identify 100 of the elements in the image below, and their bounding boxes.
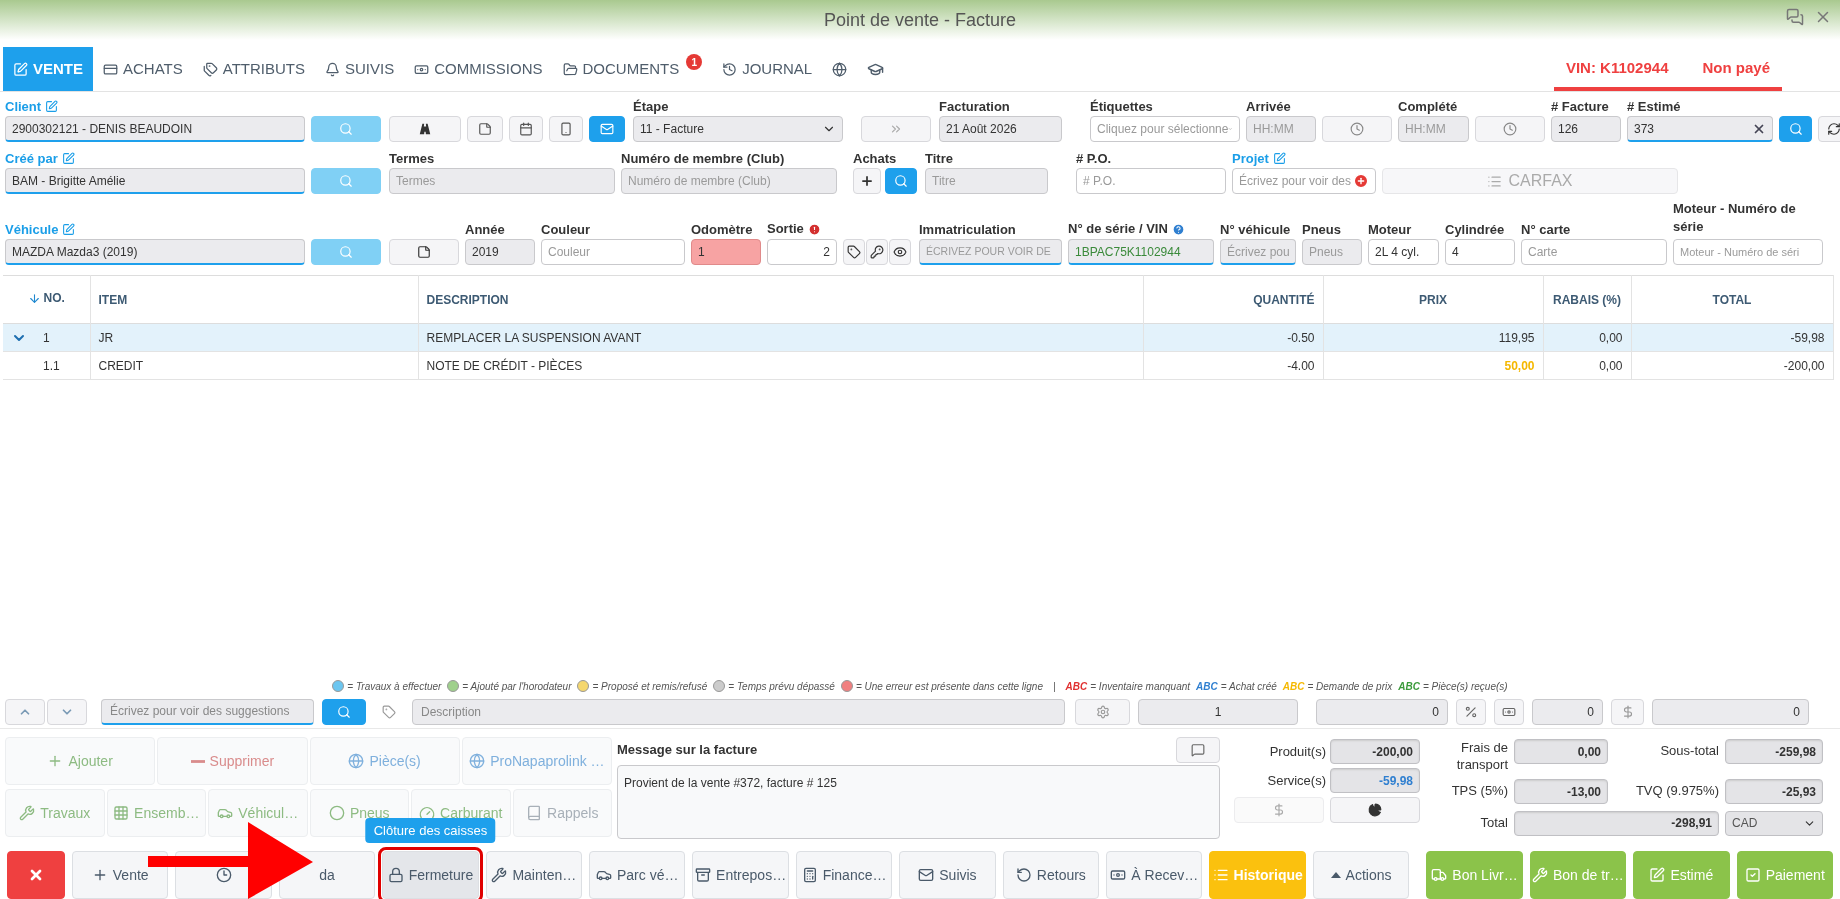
tab[interactable]: SUIVIS — [315, 47, 405, 91]
comment-button[interactable] — [1176, 737, 1220, 763]
cash-button[interactable] — [1494, 698, 1524, 725]
action-button[interactable]: Entrepos… — [692, 851, 789, 899]
email-button[interactable] — [589, 116, 625, 142]
eye-button[interactable] — [889, 239, 911, 265]
key-button[interactable] — [866, 239, 888, 265]
edit-icon[interactable] — [61, 151, 75, 165]
action-button[interactable] — [7, 851, 65, 899]
message-field[interactable]: Provient de la vente #372, facture # 125 — [617, 765, 1220, 839]
note-button[interactable] — [389, 239, 459, 265]
add-button[interactable] — [853, 168, 881, 194]
clock-button[interactable] — [1475, 116, 1545, 142]
action-button[interactable]: Actions — [1312, 851, 1410, 899]
column-header[interactable]: DESCRIPTION — [418, 275, 1143, 324]
action-button[interactable]: Finance… — [795, 851, 893, 899]
legend-text: = Ajouté par l'horodateur — [462, 679, 572, 694]
action-button[interactable]: Mainten… — [485, 851, 583, 899]
column-header[interactable]: ITEM — [90, 275, 418, 324]
warning-icon[interactable] — [807, 222, 821, 236]
tab[interactable]: COMMISSIONS — [404, 47, 553, 91]
input-field[interactable]: 0 — [1532, 698, 1603, 725]
input-field[interactable]: 2 — [767, 239, 837, 265]
action-icon — [1015, 867, 1032, 883]
input-field[interactable]: 2L 4 cyl. — [1368, 239, 1439, 265]
currency-select[interactable]: CAD — [1725, 810, 1823, 836]
window-title: Point de vente - Facture — [823, 8, 1017, 32]
table-cell: REMPLACER LA SUSPENSION AVANT — [426, 330, 642, 345]
table-cell: JR — [98, 330, 114, 345]
road-icon — [418, 122, 432, 136]
action-icon — [1431, 867, 1448, 883]
help-icon[interactable] — [1171, 222, 1185, 236]
chat-icon[interactable] — [1786, 8, 1804, 26]
search-icon — [339, 245, 353, 259]
input-field[interactable]: 11 - Facture — [633, 116, 843, 142]
action-icon — [1649, 867, 1666, 883]
tool-icon — [19, 805, 36, 821]
total-field: -200,00 — [1330, 739, 1420, 764]
input-field[interactable]: MAZDA Mazda3 (2019) — [5, 239, 305, 265]
table-row[interactable]: 1.1 CREDIT NOTE DE CRÉDIT - PIÈCES -4.00 50,00 0,00 -200,00 — [3, 351, 1833, 380]
input-field[interactable]: 2019 — [465, 239, 535, 265]
total-field: -13,00 — [1514, 779, 1608, 805]
tab[interactable]: JOURNAL — [712, 47, 823, 91]
table-row[interactable]: 1 JR REMPLACER LA SUSPENSION AVANT -0.50 119,95 0,00 -59,98 — [3, 323, 1833, 352]
legend-separator: | — [1052, 679, 1056, 694]
tag-button[interactable] — [843, 239, 865, 265]
action-button[interactable]: Retours — [1002, 851, 1100, 899]
input-field[interactable]: 2900302121 - DENIS BEAUDOIN — [5, 116, 305, 142]
search-button[interactable] — [1779, 116, 1812, 142]
input-field[interactable]: 1 — [691, 239, 761, 265]
input-field[interactable]: 0 — [1652, 698, 1809, 725]
edit-icon[interactable] — [62, 222, 76, 236]
column-header[interactable]: RABAIS (%) — [1543, 275, 1631, 324]
column-header[interactable]: QUANTITÉ — [1143, 275, 1323, 324]
chart-button[interactable] — [1330, 797, 1420, 823]
column-header[interactable]: NO. — [3, 275, 90, 324]
tab[interactable]: ATTRIBUTS — [192, 47, 315, 91]
add-icon — [860, 174, 874, 188]
field-label: Moteur — [1368, 221, 1412, 237]
field-label: Projet — [1232, 150, 1269, 166]
action-button[interactable]: Suivis — [899, 851, 996, 899]
note-button[interactable] — [467, 116, 503, 142]
column-header[interactable]: TOTAL — [1631, 275, 1833, 324]
action-button[interactable]: Parc vé… — [589, 851, 686, 899]
search-button[interactable] — [322, 698, 366, 725]
percent-button[interactable] — [1456, 698, 1486, 725]
edit-icon[interactable] — [45, 99, 59, 113]
column-header[interactable]: PRIX — [1323, 275, 1543, 324]
input-field[interactable]: 21 Août 2026 — [939, 116, 1062, 142]
input-field[interactable]: 373 — [1627, 116, 1773, 142]
input-field[interactable]: BAM - Brigitte Amélie — [5, 168, 305, 194]
total-field: -259,98 — [1725, 739, 1823, 764]
input-field[interactable]: 1 — [1138, 698, 1298, 725]
input-field[interactable]: 126 — [1551, 116, 1621, 142]
total-label: Sous-total — [1659, 742, 1719, 759]
field-label: Étiquettes — [1090, 98, 1153, 114]
field-label: N° carte — [1521, 221, 1571, 237]
input-field[interactable]: 4 — [1445, 239, 1515, 265]
total-label: TVQ (9.975%) — [1634, 782, 1719, 800]
tab[interactable]: ACHATS — [93, 47, 193, 91]
dollar-button[interactable] — [1611, 698, 1644, 725]
tab[interactable]: DOCUMENTS 1 — [552, 47, 713, 91]
edit-icon[interactable] — [1272, 151, 1286, 165]
clock-button[interactable] — [1322, 116, 1392, 142]
add-icon[interactable] — [1353, 173, 1369, 189]
phone-button[interactable] — [549, 116, 583, 142]
field-label: Pneus — [1302, 221, 1341, 237]
table-cell: 119,95 — [1498, 330, 1535, 345]
input-field[interactable]: 1BPAC75K1102944 — [1068, 239, 1214, 265]
input-field[interactable]: 0 — [1316, 698, 1448, 725]
field-label: N° de série / VIN — [1068, 220, 1168, 239]
field-label: Sortie — [767, 220, 804, 239]
note-icon — [478, 122, 492, 136]
road-button[interactable] — [389, 116, 461, 142]
calendar-button[interactable] — [509, 116, 543, 142]
settings-button[interactable] — [1075, 698, 1130, 725]
action-button[interactable]: À Recev… — [1106, 851, 1203, 899]
action-button[interactable]: Vente — [72, 851, 169, 899]
field-label: # P.O. — [1076, 150, 1112, 166]
tool-icon — [113, 805, 130, 821]
